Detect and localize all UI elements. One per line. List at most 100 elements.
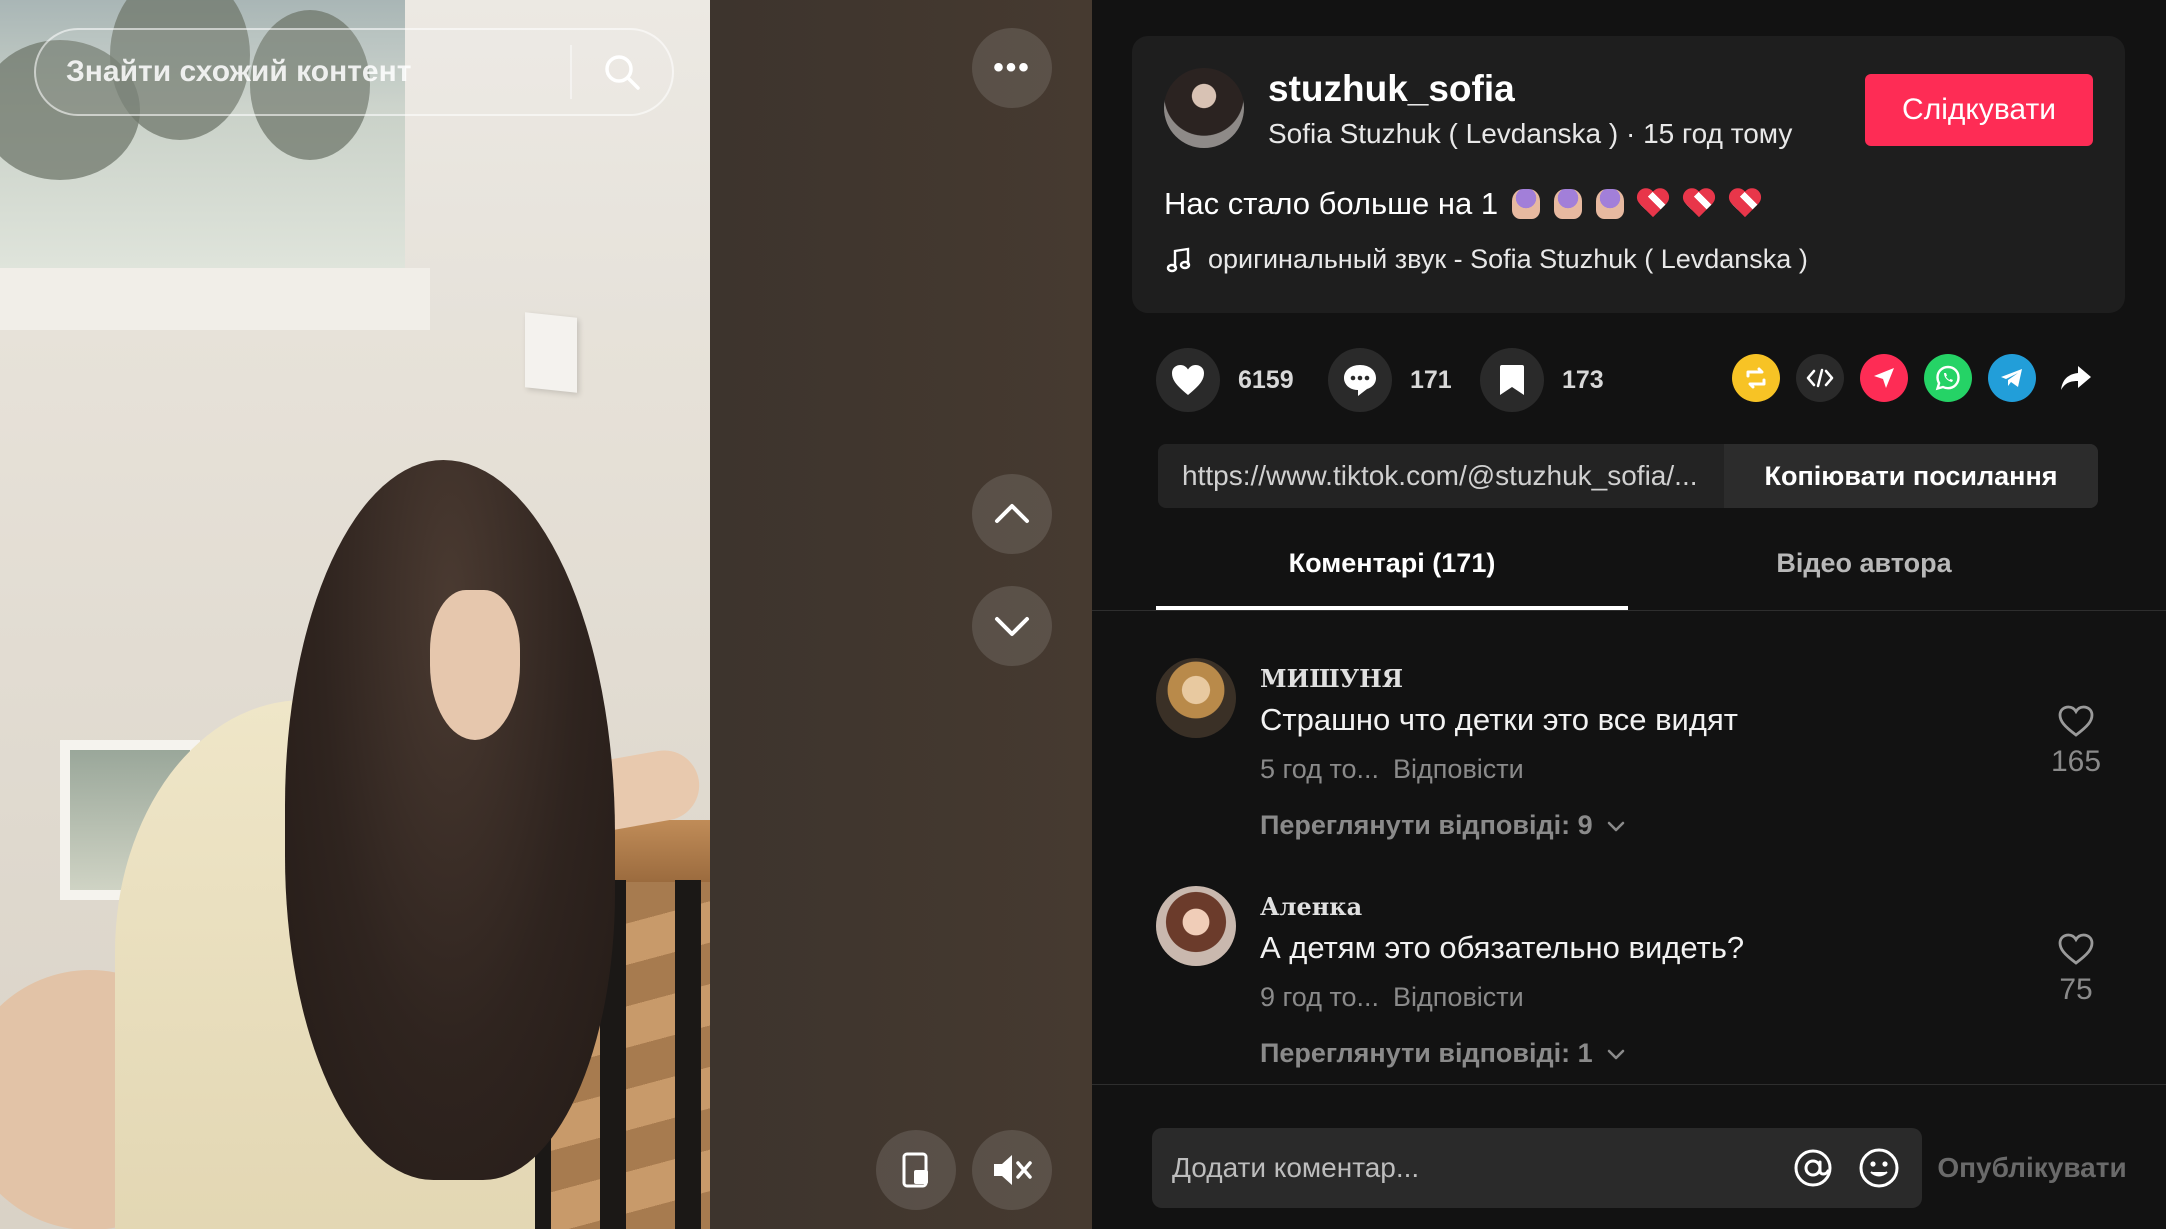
share-arrow-icon [2061, 366, 2091, 390]
heart-emoji [1682, 189, 1716, 219]
details-panel: stuzhuk_sofia Sofia Stuzhuk ( Levdanska … [1092, 0, 2166, 1229]
view-replies-label: Переглянути відповіді: 1 [1260, 1038, 1593, 1068]
comments-button[interactable] [1328, 348, 1392, 412]
comment-icon [1344, 365, 1376, 396]
next-video-button[interactable] [972, 586, 1052, 666]
send-icon [1874, 368, 1894, 388]
folded-hands-emoji [1512, 189, 1541, 219]
folded-hands-emoji [1554, 189, 1583, 219]
composer-divider [1092, 1084, 2166, 1085]
meta-separator: · [1618, 118, 1644, 149]
post-comment-button[interactable]: Опублікувати [1922, 1128, 2142, 1208]
repost-button[interactable] [1732, 354, 1780, 402]
like-button[interactable] [1156, 348, 1220, 412]
send-to-friends-button[interactable] [1860, 354, 1908, 402]
search-button[interactable] [572, 30, 672, 114]
heart-outline-icon [2058, 705, 2094, 737]
bookmark-icon [1500, 365, 1524, 395]
volume-muted-icon [994, 1155, 1032, 1185]
chevron-down-icon [1607, 821, 1624, 831]
whatsapp-icon [1935, 365, 1960, 391]
post-time: 15 год тому [1643, 118, 1793, 149]
repost-icon [1746, 367, 1766, 389]
mute-button[interactable] [972, 1130, 1052, 1210]
commenter-username[interactable]: МИШУНЯ [1260, 664, 1403, 693]
view-replies-label: Переглянути відповіді: 9 [1260, 810, 1593, 840]
embed-icon [1806, 368, 1834, 388]
comment-meta: 9 год то... Відповісти [1260, 982, 1524, 1013]
share-link-url[interactable]: https://www.tiktok.com/@stuzhuk_sofia/..… [1158, 460, 1724, 492]
post-info-card: stuzhuk_sofia Sofia Stuzhuk ( Levdanska … [1132, 36, 2125, 313]
chevron-up-icon [995, 504, 1029, 523]
whatsapp-share-button[interactable] [1924, 354, 1972, 402]
comment-input[interactable] [1152, 1151, 1784, 1185]
telegram-share-button[interactable] [1988, 354, 2036, 402]
view-replies-button[interactable]: Переглянути відповіді: 1 [1260, 1038, 1627, 1069]
music-link[interactable]: оригинальный звук - Sofia Stuzhuk ( Levd… [1164, 244, 1808, 275]
embed-button[interactable] [1796, 354, 1844, 402]
heart-emoji [1728, 189, 1762, 219]
comment-like-count: 75 [2059, 973, 2093, 1006]
follow-button[interactable]: Слідкувати [1865, 74, 2093, 146]
save-count: 173 [1562, 365, 1604, 394]
view-replies-button[interactable]: Переглянути відповіді: 9 [1260, 810, 1627, 841]
comment-action: 171 [1328, 348, 1452, 412]
share-link-box: https://www.tiktok.com/@stuzhuk_sofia/..… [1158, 444, 2098, 508]
like-count: 6159 [1238, 365, 1294, 394]
author-meta: Sofia Stuzhuk ( Levdanska ) · 15 год том… [1268, 118, 1792, 150]
save-button[interactable] [1480, 348, 1544, 412]
at-mention-icon [1794, 1149, 1832, 1187]
author-username[interactable]: stuzhuk_sofia [1268, 68, 1515, 110]
search-icon [605, 55, 640, 90]
reply-button[interactable]: Відповісти [1393, 754, 1524, 784]
like-action: 6159 [1156, 348, 1294, 412]
heart-emoji [1636, 189, 1670, 219]
comment-text: Страшно что детки это все видят [1260, 702, 1738, 737]
chevron-down-icon [995, 617, 1029, 636]
emoji-button[interactable] [1850, 1139, 1908, 1197]
caption-text: Нас стало больше на 1 [1164, 186, 1499, 221]
comment-like-button[interactable]: 165 [2036, 704, 2116, 779]
heart-icon [1172, 365, 1204, 395]
previous-video-button[interactable] [972, 474, 1052, 554]
commenter-avatar[interactable] [1156, 658, 1236, 738]
search-input[interactable] [36, 54, 570, 90]
more-icon: ••• [993, 51, 1031, 84]
floating-player-button[interactable] [876, 1130, 956, 1210]
commenter-username[interactable]: Аленка [1260, 892, 1362, 921]
mention-button[interactable] [1784, 1139, 1842, 1197]
comment-composer [1152, 1128, 1922, 1208]
comment-item: МИШУНЯ Страшно что детки это все видят 5… [1156, 658, 2116, 848]
copy-link-button[interactable]: Копіювати посилання [1724, 444, 2098, 508]
tab-comments[interactable]: Коментарі (171) [1156, 548, 1628, 579]
music-note-icon [1166, 247, 1191, 272]
comment-like-button[interactable]: 75 [2036, 932, 2116, 1007]
more-options-button[interactable]: ••• [972, 28, 1052, 108]
tabs-divider [1092, 610, 2166, 611]
music-title: оригинальный звук - Sofia Stuzhuk ( Levd… [1208, 244, 1808, 274]
author-avatar[interactable] [1164, 68, 1244, 148]
comment-count: 171 [1410, 365, 1452, 394]
more-share-button[interactable] [2052, 354, 2100, 402]
comment-time: 9 год то... [1260, 982, 1380, 1012]
commenter-avatar[interactable] [1156, 886, 1236, 966]
post-caption: Нас стало больше на 1 [1164, 186, 1762, 222]
video-player[interactable] [0, 0, 710, 1229]
reply-button[interactable]: Відповісти [1393, 982, 1524, 1012]
comment-text: А детям это обязательно видеть? [1260, 930, 1745, 965]
comment-like-count: 165 [2050, 745, 2102, 778]
heart-outline-icon [2058, 933, 2094, 965]
author-display-name: Sofia Stuzhuk ( Levdanska ) [1268, 118, 1619, 149]
search-box [34, 28, 674, 116]
floating-player-icon [902, 1152, 928, 1188]
tab-author-videos[interactable]: Відео автора [1628, 548, 2100, 579]
save-action: 173 [1480, 348, 1604, 412]
emoji-smile-icon [1859, 1148, 1899, 1188]
comment-meta: 5 год то... Відповісти [1260, 754, 1524, 785]
folded-hands-emoji [1596, 189, 1625, 219]
comment-item: Аленка А детям это обязательно видеть? 9… [1156, 886, 2116, 1076]
comment-time: 5 год то... [1260, 754, 1380, 784]
video-area: ••• [0, 0, 1092, 1229]
telegram-icon [2001, 369, 2022, 387]
chevron-down-icon [1607, 1049, 1624, 1059]
